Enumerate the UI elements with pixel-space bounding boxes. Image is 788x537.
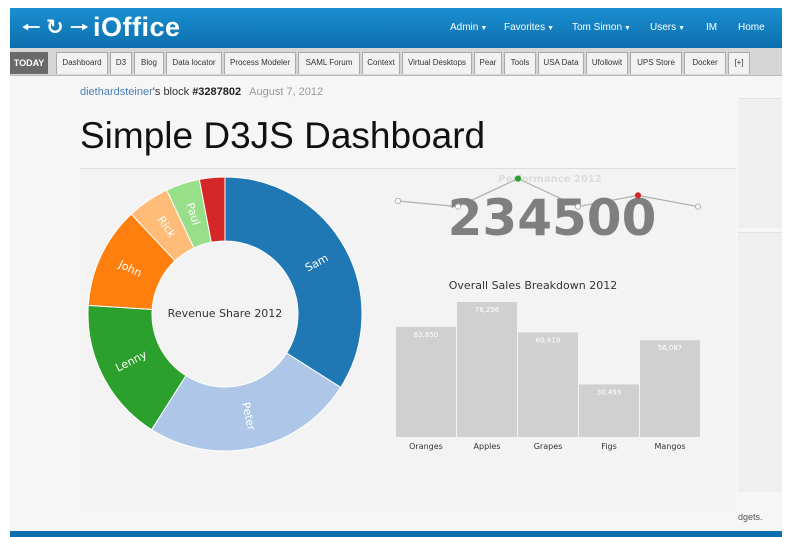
performance-point	[454, 203, 462, 210]
tab-saml-forum[interactable]: SAML Forum	[298, 52, 360, 74]
menu-home[interactable]: Home	[738, 22, 765, 33]
caret-down-icon: ▼	[678, 25, 686, 32]
performance-point	[394, 197, 402, 205]
app-logo[interactable]: iOffice	[93, 12, 181, 43]
tab-dashboard[interactable]: Dashboard	[56, 52, 108, 74]
caret-down-icon: ▼	[624, 25, 631, 32]
dashboard-panel: Sam Peter Lenny John Rick Paul Revenue Share …	[80, 168, 736, 512]
performance-point	[514, 175, 522, 182]
page-title: Simple D3JS Dashboard	[80, 115, 486, 156]
performance-point	[574, 203, 582, 210]
block-info: diethardsteiner's block #3287802 August 7…	[80, 86, 323, 98]
menu-admin-label: Admin	[450, 22, 479, 33]
right-arrow-icon[interactable]: 🠒	[70, 15, 88, 39]
tab-data-locator[interactable]: Data locator	[166, 52, 222, 74]
sales-bar	[640, 340, 700, 437]
sales-bar	[396, 326, 456, 437]
tab-d3[interactable]: D3	[110, 52, 132, 74]
sales-bar-chart: 63,850 Oranges 78,258 Apples 60,619 Grapes 30,…	[396, 302, 700, 451]
tab-docker[interactable]: Docker	[684, 52, 726, 74]
side-panel	[738, 232, 782, 492]
tab-bar: TODAY Dashboard D3 Blog Data locator Pro…	[10, 48, 782, 76]
browser-frame: 🠐 ↻ 🠒 iOffice Admin ▼ Favorites ▼ Tom Simo…	[0, 0, 788, 537]
bottom-bar	[10, 531, 782, 537]
tab-usa-data[interactable]: USA Data	[538, 52, 584, 74]
sales-bar-value: 30,493	[597, 388, 622, 396]
donut-slice	[224, 176, 363, 389]
refresh-icon[interactable]: ↻	[46, 15, 64, 39]
caret-down-icon: ▼	[480, 25, 488, 32]
sales-bar-category: Grapes	[534, 442, 563, 451]
performance-big-number: 234500	[448, 189, 657, 247]
sales-bar-category: Figs	[601, 442, 617, 451]
top-nav-bar: 🠐 ↻ 🠒 iOffice Admin ▼ Favorites ▼ Tom Simo…	[10, 8, 782, 48]
performance-point	[634, 192, 642, 199]
block-number: #3287802	[192, 86, 242, 98]
block-date: August 7, 2012	[249, 86, 324, 98]
menu-favorites[interactable]: Favorites ▼	[504, 22, 554, 33]
menu-user[interactable]: Tom Simon ▼	[572, 22, 631, 33]
block-text: 's block	[152, 86, 193, 98]
sales-bar-category: Oranges	[409, 442, 443, 451]
tab-virtual-desktops[interactable]: Virtual Desktops	[402, 52, 472, 74]
tab-process-modeler[interactable]: Process Modeler	[224, 52, 296, 74]
author-link[interactable]: diethardsteiner	[80, 86, 153, 98]
menu-user-label: Tom Simon	[572, 22, 623, 33]
left-arrow-icon[interactable]: 🠐	[22, 15, 40, 39]
side-panel	[738, 98, 782, 228]
performance-point	[694, 203, 702, 210]
menu-favorites-label: Favorites	[504, 22, 546, 33]
tab-pear[interactable]: Pear	[474, 52, 502, 74]
sales-bar-value: 56,087	[658, 344, 683, 352]
performance-title: Performance 2012	[498, 174, 602, 185]
tab-ups-store[interactable]: UPS Store	[630, 52, 682, 74]
bar-chart-title: Overall Sales Breakdown 2012	[449, 279, 617, 292]
donut-center-title: Revenue Share 2012	[168, 307, 283, 320]
tab-tools[interactable]: Tools	[504, 52, 536, 74]
tab-add[interactable]: [+]	[728, 52, 750, 74]
footnote-text: dgets.	[738, 512, 763, 522]
tab-context[interactable]: Context	[362, 52, 400, 74]
sales-bar-category: Apples	[474, 442, 501, 451]
tab-ufollowit[interactable]: Ufollowit	[586, 52, 628, 74]
sales-bar-value: 63,850	[414, 331, 439, 339]
dashboard-canvas: SamPeterLennyJohnRick Paul Revenue Share …	[87, 174, 702, 452]
sales-bar-value: 60,619	[536, 336, 561, 344]
menu-admin[interactable]: Admin ▼	[450, 22, 487, 33]
sales-bar	[457, 302, 517, 437]
today-tab[interactable]: TODAY	[10, 52, 48, 74]
sales-bar-category: Mangos	[654, 442, 685, 451]
menu-im[interactable]: IM	[706, 22, 717, 33]
menu-users[interactable]: Users ▼	[650, 22, 685, 33]
caret-down-icon: ▼	[547, 25, 555, 32]
tab-blog[interactable]: Blog	[134, 52, 164, 74]
sales-bar	[518, 332, 578, 437]
sales-bar-value: 78,258	[475, 306, 500, 314]
performance-chart: Performance 2012 234500	[394, 174, 702, 247]
menu-users-label: Users	[650, 22, 677, 33]
